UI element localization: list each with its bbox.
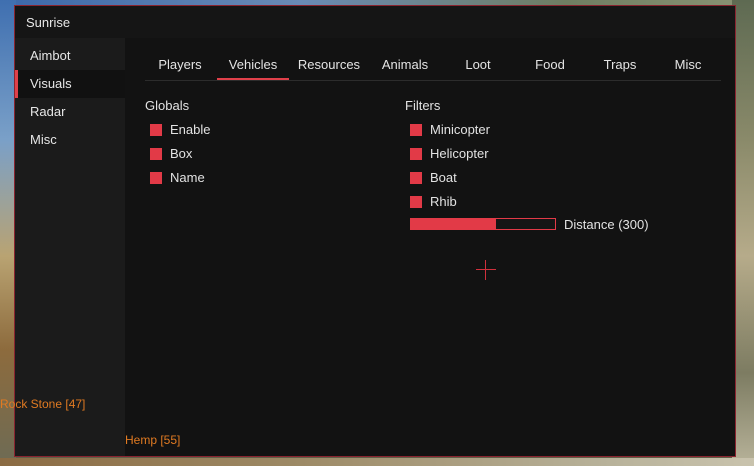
checkbox-label: Minicopter xyxy=(430,122,490,137)
title-bar[interactable]: Sunrise xyxy=(15,6,735,38)
checkbox-label: Helicopter xyxy=(430,146,489,161)
globals-heading: Globals xyxy=(145,98,190,113)
checkbox-checked-icon xyxy=(410,196,422,208)
sidebar-item-radar[interactable]: Radar xyxy=(15,98,125,126)
tab-animals[interactable]: Animals xyxy=(369,50,441,79)
sidebar: Aimbot Visuals Radar Misc xyxy=(15,38,125,456)
esp-label-rock-stone: Rock Stone [47] xyxy=(0,397,86,411)
distance-slider-fill xyxy=(411,219,496,229)
tab-vehicles[interactable]: Vehicles xyxy=(217,50,289,80)
app-title: Sunrise xyxy=(26,15,71,30)
checkbox-label: Box xyxy=(170,146,193,161)
checkbox-checked-icon xyxy=(410,148,422,160)
tab-misc[interactable]: Misc xyxy=(655,50,721,79)
checkbox-checked-icon xyxy=(150,148,162,160)
checkbox-label: Boat xyxy=(430,170,457,185)
cheat-menu-window: Sunrise Aimbot Visuals Radar Misc Player… xyxy=(14,5,736,457)
checkbox-label: Name xyxy=(170,170,205,185)
checkbox-label: Rhib xyxy=(430,194,457,209)
tab-resources[interactable]: Resources xyxy=(291,50,367,79)
filters-heading: Filters xyxy=(405,98,441,113)
sidebar-item-visuals[interactable]: Visuals xyxy=(15,70,125,98)
checkbox-label: Enable xyxy=(170,122,211,137)
esp-label-hemp: Hemp [55] xyxy=(125,433,181,447)
tab-food[interactable]: Food xyxy=(515,50,585,79)
tab-players[interactable]: Players xyxy=(145,50,215,79)
checkbox-checked-icon xyxy=(150,124,162,136)
game-background-bottom xyxy=(0,458,754,466)
sidebar-item-aimbot[interactable]: Aimbot xyxy=(15,42,125,70)
sidebar-item-misc[interactable]: Misc xyxy=(15,126,125,154)
tab-loot[interactable]: Loot xyxy=(443,50,513,79)
checkbox-checked-icon xyxy=(410,172,422,184)
tab-bar: Players Vehicles Resources Animals Loot … xyxy=(145,50,721,81)
tab-traps[interactable]: Traps xyxy=(587,50,653,79)
content-panel: Players Vehicles Resources Animals Loot … xyxy=(125,38,735,456)
checkbox-checked-icon xyxy=(410,124,422,136)
checkbox-checked-icon xyxy=(150,172,162,184)
crosshair-icon xyxy=(476,260,496,280)
distance-slider-label: Distance (300) xyxy=(564,217,649,232)
distance-slider[interactable] xyxy=(410,218,556,230)
